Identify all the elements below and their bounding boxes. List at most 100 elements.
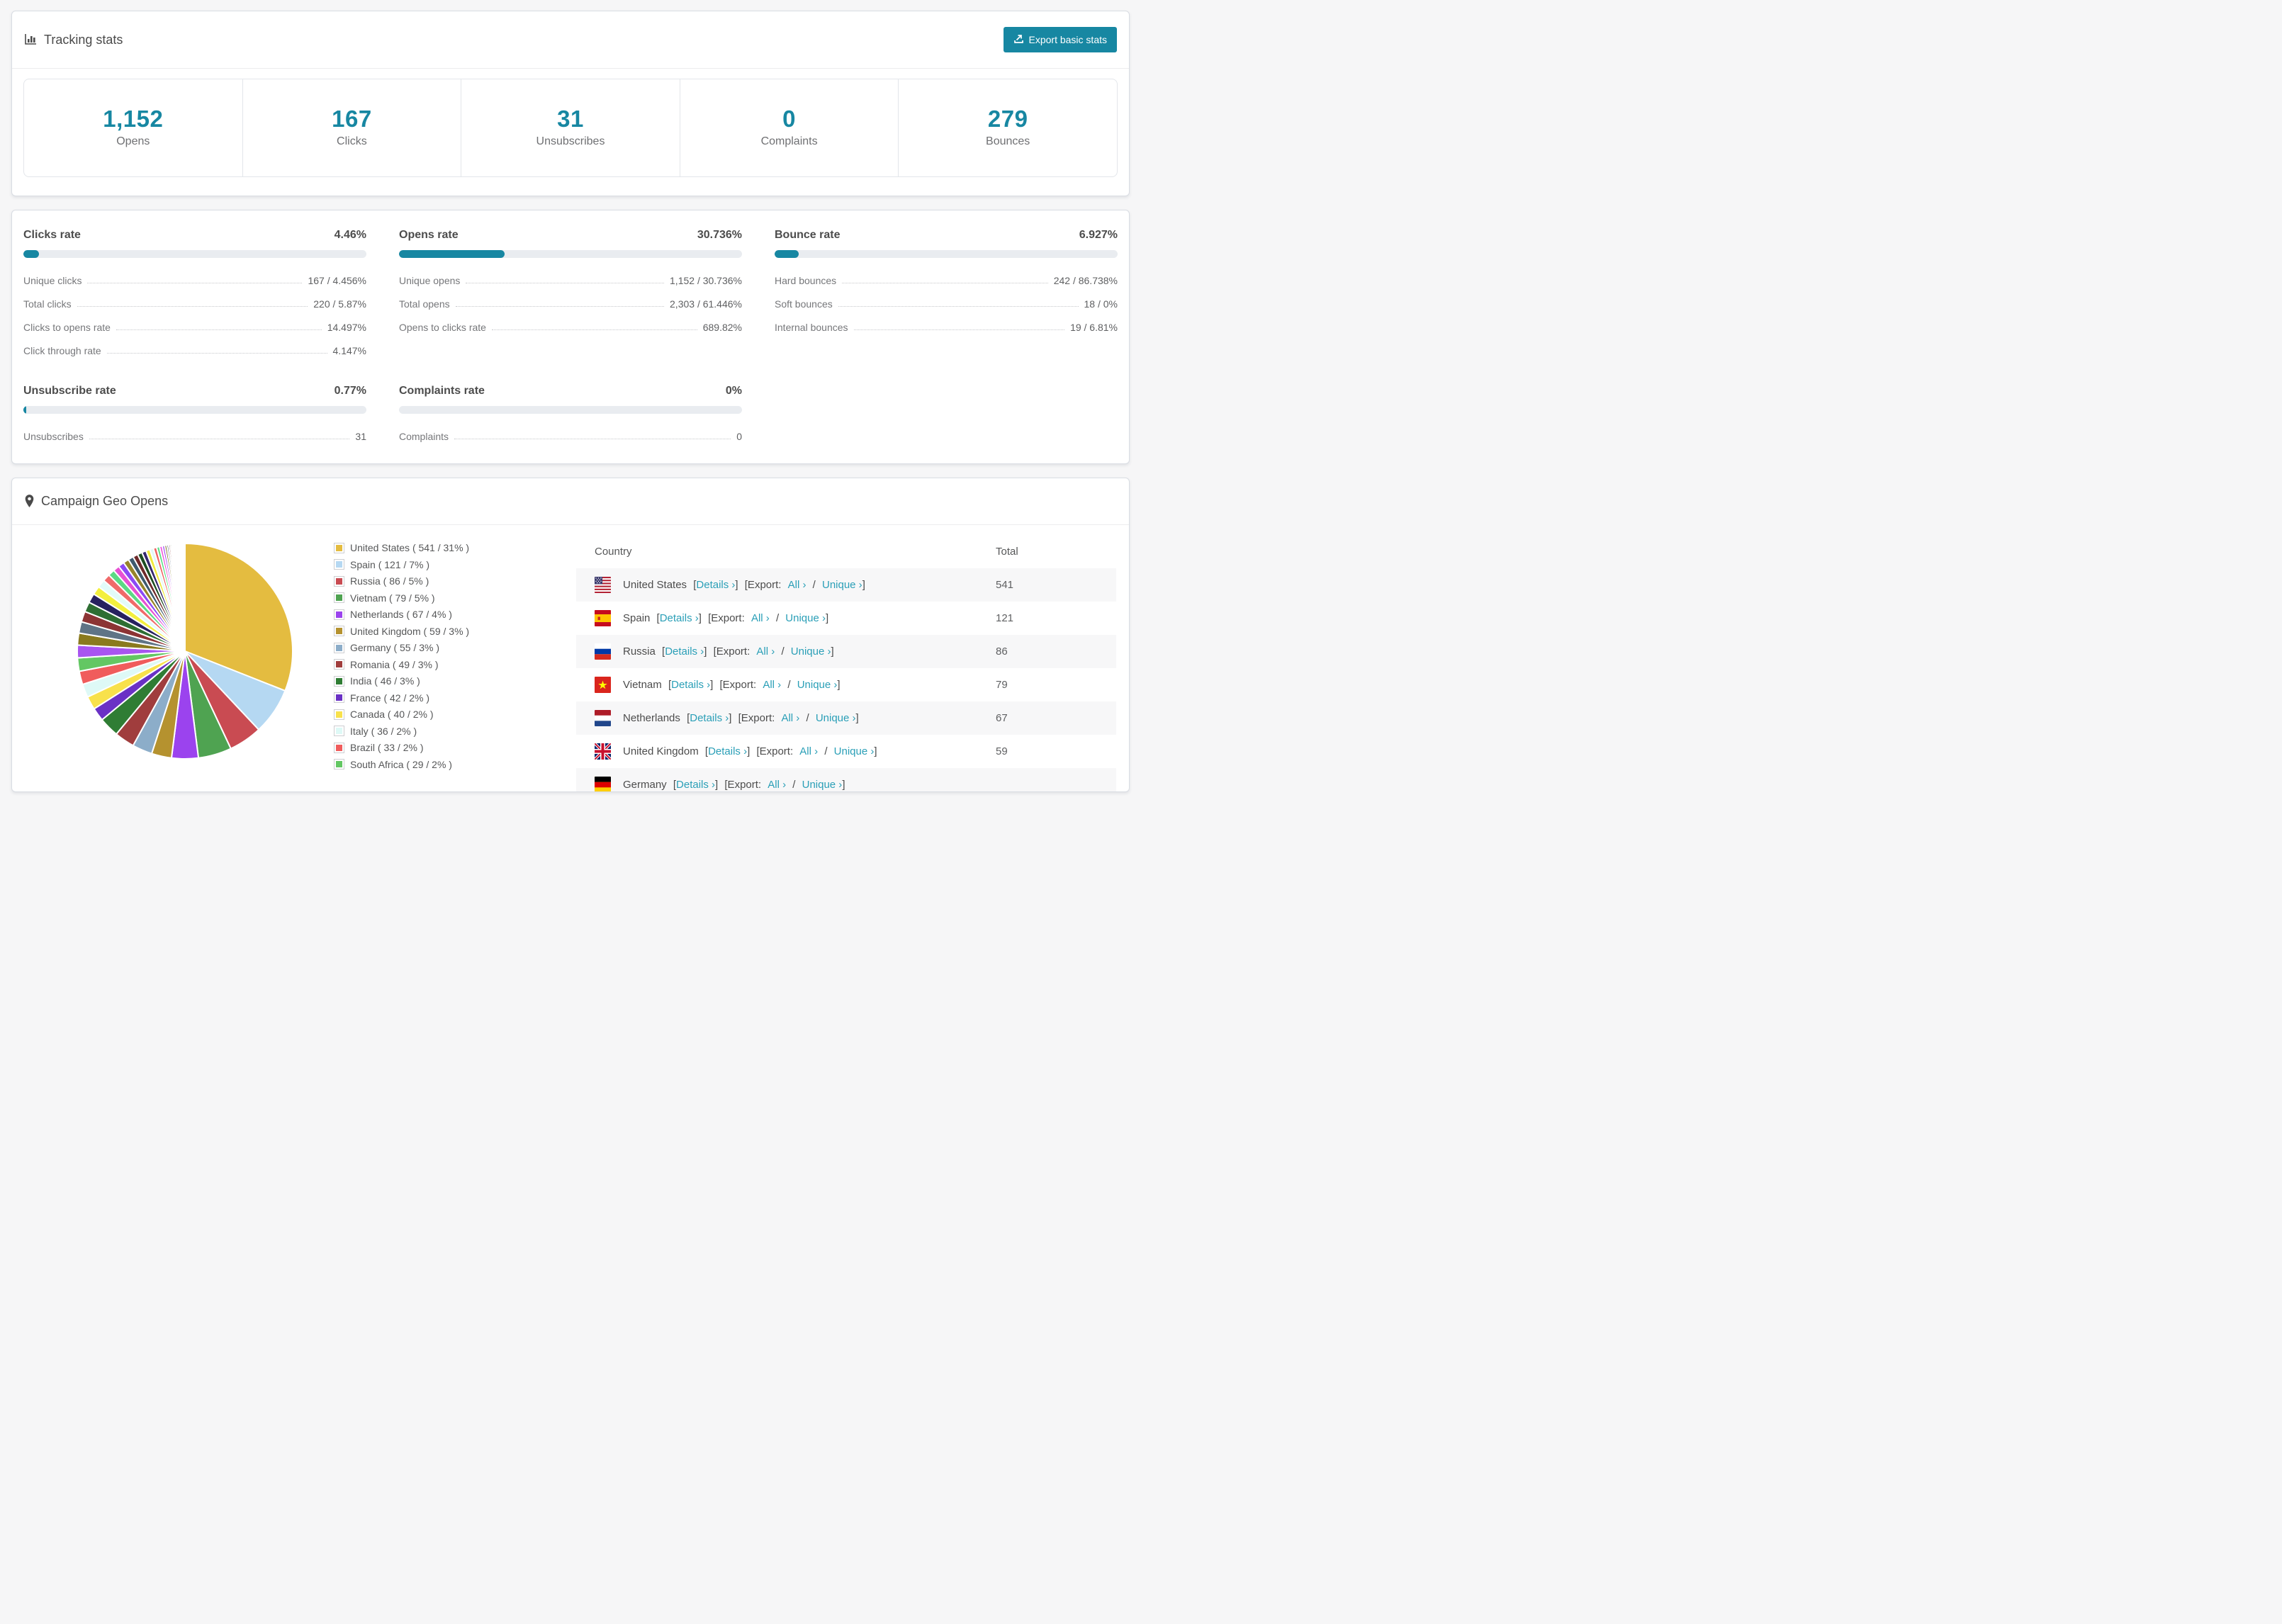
country-total: 79 <box>996 679 1008 691</box>
tracking-stats-header: Tracking stats Export basic stats <box>12 11 1129 69</box>
complaints-rate-progressbar <box>399 406 742 414</box>
export-unique-link[interactable]: Unique › <box>816 712 856 724</box>
country-total: 86 <box>996 645 1008 658</box>
export-all-link[interactable]: All › <box>763 679 781 691</box>
table-header: Country Total <box>576 535 1116 568</box>
geo-opens-header: Campaign Geo Opens <box>12 478 1129 525</box>
opens-count: 1,152 <box>103 106 164 132</box>
table-row-united-kingdom: United Kingdom [Details ›] [Export: All … <box>576 735 1116 768</box>
unsubscribe-rate-progressbar <box>23 406 366 414</box>
legend-swatch <box>335 543 344 553</box>
clicks-rate-progressbar <box>23 250 366 258</box>
export-all-link[interactable]: All › <box>756 645 775 658</box>
table-row-vietnam: Vietnam [Details ›] [Export: All › / Uni… <box>576 668 1116 701</box>
table-row-germany: Germany [Details ›] [Export: All › / Uni… <box>576 768 1116 791</box>
export-all-link[interactable]: All › <box>788 579 806 591</box>
column-header-country: Country <box>595 546 632 558</box>
export-unique-link[interactable]: Unique › <box>834 745 875 757</box>
unsubscribes-count: 31 <box>557 106 584 132</box>
export-unique-link[interactable]: Unique › <box>785 612 826 624</box>
export-icon <box>1013 33 1024 46</box>
country-name: United States <box>623 579 687 591</box>
bar-chart-icon <box>24 33 38 47</box>
geo-legend: United States ( 541 / 31% ) Spain ( 121 … <box>335 542 469 775</box>
flag-united-states-icon <box>595 577 611 593</box>
export-basic-stats-button[interactable]: Export basic stats <box>1003 27 1117 52</box>
legend-swatch <box>335 693 344 702</box>
details-link[interactable]: Details › <box>690 712 729 724</box>
bounces-count: 279 <box>987 106 1028 132</box>
legend-item: India ( 46 / 3% ) <box>335 675 469 687</box>
opens-rate-progressbar <box>399 250 742 258</box>
legend-swatch <box>335 676 344 686</box>
geo-opens-title: Campaign Geo Opens <box>24 494 168 509</box>
clicks-rate-value: 4.46% <box>334 229 366 241</box>
unsubscribe-rate-value: 0.77% <box>334 385 366 397</box>
country-total: 121 <box>996 612 1014 624</box>
table-row-russia: Russia [Details ›] [Export: All › / Uniq… <box>576 635 1116 668</box>
legend-swatch <box>335 609 344 619</box>
legend-item: Russia ( 86 / 5% ) <box>335 575 469 587</box>
legend-item: United States ( 541 / 31% ) <box>335 542 469 553</box>
tracking-stats-title: Tracking stats <box>24 33 123 47</box>
country-name: Germany <box>623 779 667 791</box>
legend-item: Germany ( 55 / 3% ) <box>335 642 469 653</box>
stat-complaints: 0 Complaints <box>680 79 899 176</box>
stat-unsubscribes: 31 Unsubscribes <box>461 79 680 176</box>
flag-vietnam-icon <box>595 677 611 693</box>
table-row-spain: Spain [Details ›] [Export: All › / Uniqu… <box>576 602 1116 635</box>
stat-opens: 1,152 Opens <box>24 79 243 176</box>
summary-stats-row: 1,152 Opens 167 Clicks 31 Unsubscribes 0… <box>23 79 1118 177</box>
legend-swatch <box>335 743 344 752</box>
export-all-link[interactable]: All › <box>781 712 799 724</box>
export-all-link[interactable]: All › <box>751 612 770 624</box>
column-header-total: Total <box>996 546 1018 558</box>
details-link[interactable]: Details › <box>665 645 704 658</box>
export-unique-link[interactable]: Unique › <box>791 645 831 658</box>
legend-swatch <box>335 576 344 586</box>
export-unique-link[interactable]: Unique › <box>802 779 843 791</box>
export-unique-link[interactable]: Unique › <box>797 679 838 691</box>
legend-swatch <box>335 726 344 735</box>
bounce-rate-value: 6.927% <box>1079 229 1118 241</box>
complaints-rate-section: Complaints rate 0% Complaints 0 <box>399 385 742 442</box>
details-link[interactable]: Details › <box>696 579 735 591</box>
rates-card: Clicks rate 4.46% Unique clicks 167 / 4.4… <box>11 210 1130 464</box>
geo-country-table: Country Total United States [Details ›] … <box>576 535 1116 791</box>
country-name: Russia <box>623 645 656 658</box>
flag-netherlands-icon <box>595 710 611 726</box>
details-link[interactable]: Details › <box>671 679 710 691</box>
export-all-link[interactable]: All › <box>799 745 818 757</box>
export-all-link[interactable]: All › <box>768 779 786 791</box>
geo-pie-chart[interactable] <box>73 539 297 763</box>
stat-clicks: 167 Clicks <box>243 79 462 176</box>
legend-swatch <box>335 626 344 636</box>
opens-rate-section: Opens rate 30.736% Unique opens 1,152 / 3… <box>399 229 742 333</box>
legend-item: United Kingdom ( 59 / 3% ) <box>335 626 469 637</box>
complaints-count: 0 <box>782 106 796 132</box>
flag-germany-icon <box>595 777 611 791</box>
export-unique-link[interactable]: Unique › <box>822 579 862 591</box>
stat-bounces: 279 Bounces <box>899 79 1117 176</box>
details-link[interactable]: Details › <box>676 779 715 791</box>
opens-rate-value: 30.736% <box>697 229 742 241</box>
legend-swatch <box>335 660 344 669</box>
table-row-united-states: United States [Details ›] [Export: All ›… <box>576 568 1116 602</box>
legend-item: Canada ( 40 / 2% ) <box>335 709 469 720</box>
legend-item: Italy ( 36 / 2% ) <box>335 726 469 737</box>
country-name: United Kingdom <box>623 745 699 757</box>
details-link[interactable]: Details › <box>660 612 699 624</box>
details-link[interactable]: Details › <box>708 745 747 757</box>
flag-spain-icon <box>595 610 611 626</box>
legend-item: Spain ( 121 / 7% ) <box>335 559 469 570</box>
legend-swatch <box>335 760 344 769</box>
country-total: 541 <box>996 579 1014 591</box>
dashboard-page: Tracking stats Export basic stats 1,152 … <box>0 0 1141 818</box>
legend-item: France ( 42 / 2% ) <box>335 692 469 704</box>
unsubscribe-rate-section: Unsubscribe rate 0.77% Unsubscribes 31 <box>23 385 366 442</box>
flag-united-kingdom-icon <box>595 743 611 760</box>
legend-swatch <box>335 709 344 719</box>
country-name: Vietnam <box>623 679 662 691</box>
legend-item: Brazil ( 33 / 2% ) <box>335 742 469 753</box>
flag-russia-icon <box>595 643 611 660</box>
